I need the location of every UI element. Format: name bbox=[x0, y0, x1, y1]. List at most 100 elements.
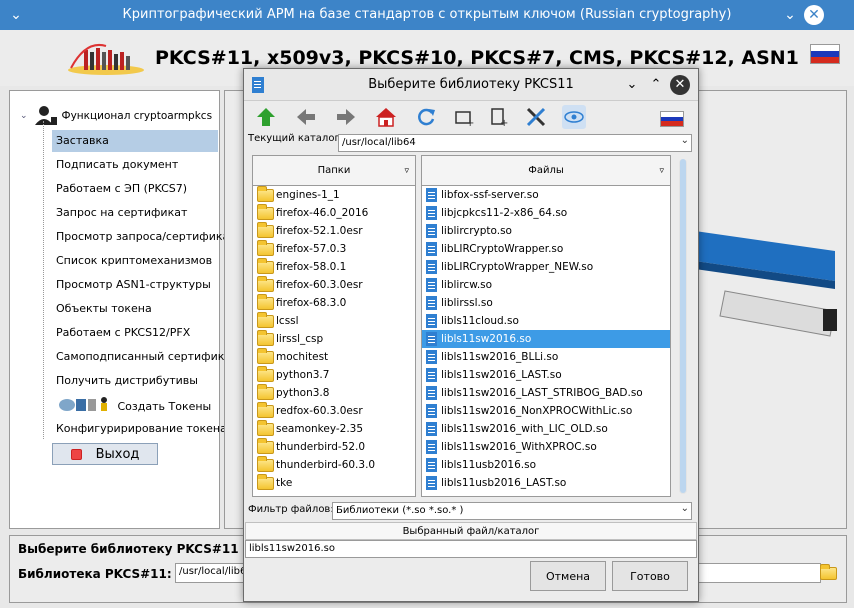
refresh-icon[interactable] bbox=[414, 105, 438, 129]
file-icon bbox=[426, 188, 437, 202]
exit-button[interactable]: Выход bbox=[52, 443, 158, 465]
files-list: Файлы ▿ libfox-ssf-server.so libjcpkcs11-2… bbox=[421, 155, 671, 497]
home-icon[interactable] bbox=[374, 105, 398, 129]
files-header[interactable]: Файлы ▿ bbox=[422, 156, 670, 186]
file-item[interactable]: liblirssl.so bbox=[422, 294, 670, 312]
folder-item[interactable]: python3.7 bbox=[253, 365, 415, 384]
file-item[interactable]: libls11sw2016_LAST_STRIBOG_BAD.so bbox=[422, 384, 670, 402]
file-icon bbox=[426, 368, 437, 382]
folder-icon bbox=[257, 257, 274, 274]
folder-item[interactable]: lcssl bbox=[253, 311, 415, 330]
sidebar-item-distributives[interactable]: Получить дистрибутивы bbox=[52, 370, 198, 392]
file-label: libls11sw2016_LAST_STRIBOG_BAD.so bbox=[441, 387, 643, 399]
sidebar-item-selfsigned[interactable]: Самоподписанный сертификат bbox=[52, 346, 238, 368]
browse-folder-icon[interactable] bbox=[820, 564, 837, 580]
sidebar-item-mechanisms[interactable]: Список криптомеханизмов bbox=[52, 250, 212, 272]
file-item[interactable]: liblircrypto.so bbox=[422, 222, 670, 240]
close-icon[interactable]: ✕ bbox=[804, 5, 824, 25]
dialog-menu-icon[interactable]: ⌄ bbox=[622, 75, 642, 95]
up-arrow-icon[interactable] bbox=[254, 105, 278, 129]
selected-file-input[interactable]: libls11sw2016.so bbox=[245, 540, 697, 558]
folder-label: firefox-58.0.1 bbox=[276, 261, 347, 273]
sidebar-item-zastavka[interactable]: Заставка bbox=[52, 130, 218, 152]
tools-icon[interactable] bbox=[524, 105, 548, 129]
file-item[interactable]: libls11sw2016_LAST.so bbox=[422, 366, 670, 384]
sidebar-item-cert-request[interactable]: Запрос на сертификат bbox=[52, 202, 187, 224]
sidebar-item-view-request[interactable]: Просмотр запроса/сертификата bbox=[52, 226, 242, 248]
file-item[interactable]: libls11usb2016_LAST.so bbox=[422, 474, 670, 492]
current-dir-select[interactable]: /usr/local/lib64 ⌄ bbox=[338, 134, 692, 152]
sidebar-item-token-objects[interactable]: Объекты токена bbox=[52, 298, 152, 320]
sidebar-item-configure-token[interactable]: Конфигуририрование токена bbox=[52, 418, 227, 440]
folder-item[interactable]: tke bbox=[253, 473, 415, 492]
chevron-down-icon: ⌄ bbox=[680, 503, 689, 514]
svg-text:+: + bbox=[500, 118, 508, 127]
folder-icon bbox=[257, 275, 274, 292]
folder-icon bbox=[257, 347, 274, 364]
file-item[interactable]: libfox-ssf-server.so bbox=[422, 186, 670, 204]
folder-item[interactable]: firefox-46.0_2016 bbox=[253, 203, 415, 222]
minimize-icon[interactable]: ⌄ bbox=[780, 5, 800, 25]
sidebar-item-label: Создать Токены bbox=[117, 400, 212, 413]
folder-item[interactable]: firefox-60.3.0esr bbox=[253, 275, 415, 294]
folders-header[interactable]: Папки ▿ bbox=[253, 156, 415, 186]
exit-icon bbox=[70, 448, 82, 460]
sidebar-item-label: Работаем с PKCS12/PFX bbox=[56, 326, 191, 339]
file-item[interactable]: libls11sw2016_with_LIC_OLD.so bbox=[422, 420, 670, 438]
sidebar-item-pkcs12[interactable]: Работаем с PKCS12/PFX bbox=[52, 322, 190, 344]
sidebar-item-label: Список криптомеханизмов bbox=[56, 254, 213, 267]
file-item[interactable]: libLIRCryptoWrapper_NEW.so bbox=[422, 258, 670, 276]
new-file-icon[interactable]: + bbox=[486, 105, 510, 129]
sidebar-item-label: Заставка bbox=[56, 134, 109, 147]
folder-label: firefox-57.0.3 bbox=[276, 243, 347, 255]
file-item[interactable]: libls11sw2016_WithXPROC.so bbox=[422, 438, 670, 456]
tree-expand-icon[interactable]: ⌄ bbox=[20, 111, 28, 121]
folder-item[interactable]: engines-1_1 bbox=[253, 185, 415, 204]
filter-label: Фильтр файлов: bbox=[248, 504, 334, 515]
file-item[interactable]: libls11cloud.so bbox=[422, 312, 670, 330]
folder-item[interactable]: thunderbird-60.3.0 bbox=[253, 455, 415, 474]
file-item[interactable]: libLIRCryptoWrapper.so bbox=[422, 240, 670, 258]
dialog-close-icon[interactable]: ✕ bbox=[670, 75, 690, 95]
filter-select[interactable]: Библиотеки (*.so *.so.* ) ⌄ bbox=[332, 502, 692, 520]
cancel-button[interactable]: Отмена bbox=[530, 561, 606, 591]
file-item[interactable]: liblircw.so bbox=[422, 276, 670, 294]
file-item[interactable]: libls11usb2016.so bbox=[422, 456, 670, 474]
file-item[interactable]: libls11sw2016.so bbox=[422, 330, 670, 348]
folder-item[interactable]: firefox-52.1.0esr bbox=[253, 221, 415, 240]
language-flag-icon[interactable] bbox=[660, 111, 684, 127]
folder-item[interactable]: python3.8 bbox=[253, 383, 415, 402]
folder-label: thunderbird-52.0 bbox=[276, 441, 366, 453]
file-icon bbox=[426, 278, 437, 292]
sidebar-item-label: Объекты токена bbox=[56, 302, 152, 315]
back-arrow-icon[interactable] bbox=[294, 105, 318, 129]
folder-item[interactable]: firefox-68.3.0 bbox=[253, 293, 415, 312]
scrollbar-thumb[interactable] bbox=[680, 159, 686, 493]
new-folder-icon[interactable]: + bbox=[452, 105, 476, 129]
sidebar-item-pkcs7[interactable]: Работаем с ЭП (PKCS7) bbox=[52, 178, 187, 200]
sidebar-item-create-tokens[interactable]: Создать Токены bbox=[54, 394, 211, 416]
folder-label: python3.8 bbox=[276, 387, 330, 399]
folder-item[interactable]: mochitest bbox=[253, 347, 415, 366]
folder-item[interactable]: seamonkey-2.35 bbox=[253, 419, 415, 438]
sidebar-root[interactable]: ⌄ Функционал cryptoarmpkcs bbox=[20, 105, 212, 127]
dialog-maximize-icon[interactable]: ⌃ bbox=[646, 75, 666, 95]
file-item[interactable]: libjcpkcs11-2-x86_64.so bbox=[422, 204, 670, 222]
forward-arrow-icon[interactable] bbox=[334, 105, 358, 129]
sidebar-item-sign-document[interactable]: Подписать документ bbox=[52, 154, 178, 176]
window-titlebar: ⌄ Криптографический АРМ на базе стандарт… bbox=[0, 0, 854, 30]
folder-item[interactable]: lirssl_csp bbox=[253, 329, 415, 348]
sidebar: ⌄ Функционал cryptoarmpkcs Заставка Подп… bbox=[9, 90, 242, 529]
folder-item[interactable]: redfox-60.3.0esr bbox=[253, 401, 415, 420]
view-hidden-icon[interactable] bbox=[562, 105, 586, 129]
file-item[interactable]: libls11sw2016_BLLi.so bbox=[422, 348, 670, 366]
folder-item[interactable]: firefox-57.0.3 bbox=[253, 239, 415, 258]
files-scrollbar[interactable] bbox=[679, 159, 687, 494]
folder-item[interactable]: thunderbird-52.0 bbox=[253, 437, 415, 456]
sidebar-item-asn1[interactable]: Просмотр ASN1-структуры bbox=[52, 274, 211, 296]
folder-item[interactable]: firefox-58.0.1 bbox=[253, 257, 415, 276]
file-icon bbox=[426, 440, 437, 454]
folders-list: Папки ▿ engines-1_1 firefox-46.0_2016 firef… bbox=[252, 155, 416, 497]
ok-button[interactable]: Готово bbox=[612, 561, 688, 591]
file-item[interactable]: libls11sw2016_NonXPROCWithLic.so bbox=[422, 402, 670, 420]
